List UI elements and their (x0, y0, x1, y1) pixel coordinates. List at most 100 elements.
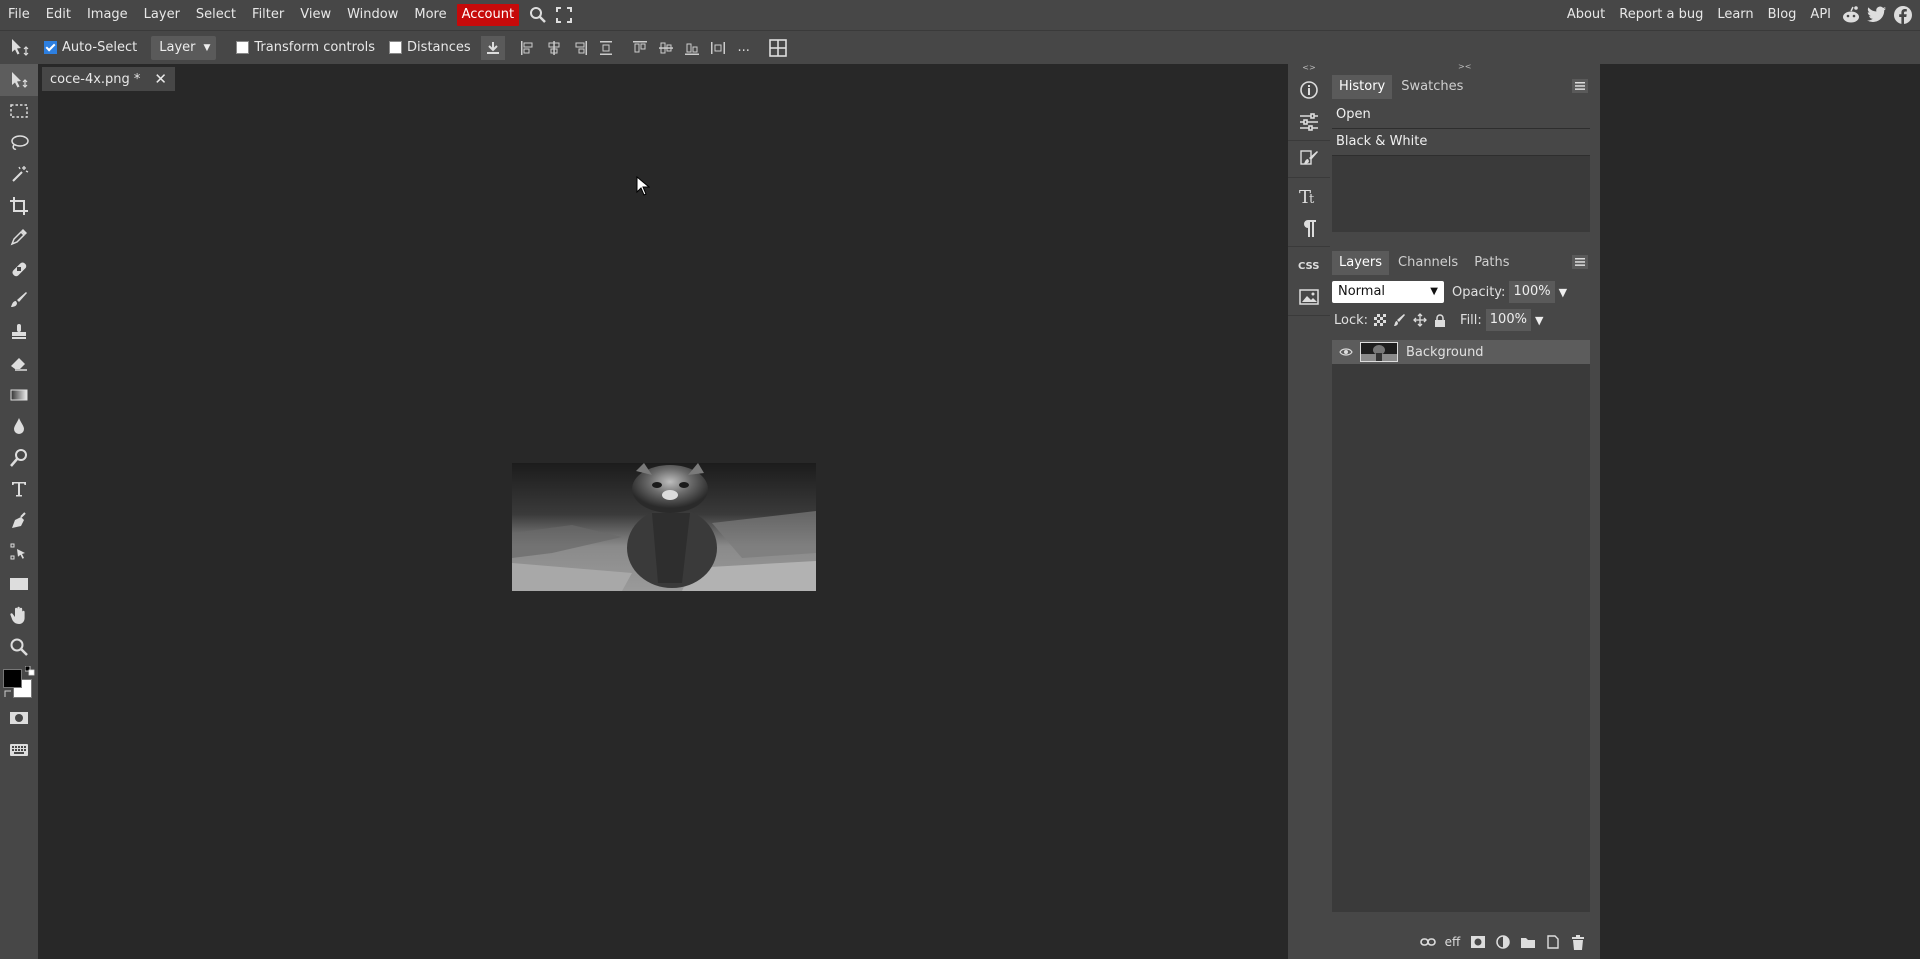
gradient-tool-icon[interactable] (0, 379, 38, 411)
new-layer-icon[interactable] (1540, 930, 1565, 954)
collapse-arrows-icon[interactable]: <> (1288, 64, 1330, 72)
align-bottom-icon[interactable] (679, 31, 705, 64)
facebook-icon[interactable] (1890, 0, 1916, 30)
link-layers-icon[interactable] (1415, 930, 1440, 954)
menu-file[interactable]: File (0, 0, 38, 30)
clone-stamp-tool-icon[interactable] (0, 316, 38, 348)
eyedropper-tool-icon[interactable] (0, 222, 38, 254)
panel-menu-icon[interactable] (1572, 255, 1588, 269)
brush-tool-icon[interactable] (0, 285, 38, 317)
history-item[interactable]: Open (1332, 102, 1590, 129)
fullscreen-icon[interactable] (551, 0, 577, 30)
link-learn[interactable]: Learn (1710, 0, 1760, 30)
document-tab[interactable]: coce-4x.png * ✕ (42, 67, 175, 91)
transform-controls-checkbox[interactable]: Transform controls (232, 40, 375, 55)
grid-icon[interactable] (765, 31, 791, 64)
default-colors-icon[interactable] (25, 665, 35, 676)
image-icon[interactable] (1288, 281, 1330, 313)
healing-brush-tool-icon[interactable] (0, 253, 38, 285)
rectangle-tool-icon[interactable] (0, 568, 38, 600)
brush-settings-icon[interactable] (1288, 143, 1330, 175)
canvas-image[interactable] (512, 463, 816, 591)
keyboard-icon[interactable] (0, 734, 38, 766)
menu-view[interactable]: View (292, 0, 339, 30)
zoom-tool-icon[interactable] (0, 631, 38, 663)
path-select-tool-icon[interactable] (0, 537, 38, 569)
quick-mask-icon[interactable] (0, 703, 38, 735)
hand-tool-icon[interactable] (0, 600, 38, 632)
css-icon[interactable]: CSS (1288, 249, 1330, 281)
layer-effects-button[interactable]: eff (1440, 930, 1465, 954)
link-api[interactable]: API (1803, 0, 1838, 30)
twitter-icon[interactable] (1864, 0, 1890, 30)
tab-layers[interactable]: Layers (1332, 251, 1390, 275)
menu-edit[interactable]: Edit (38, 0, 79, 30)
menu-filter[interactable]: Filter (244, 0, 292, 30)
layer-select-dropdown[interactable]: Layer ▼ (151, 35, 217, 60)
distribute-v-icon[interactable] (705, 31, 731, 64)
eye-icon[interactable] (1332, 347, 1360, 357)
lock-position-icon[interactable] (1410, 310, 1430, 330)
reddit-icon[interactable] (1838, 0, 1864, 30)
lasso-tool-icon[interactable] (0, 127, 38, 159)
more-options-button[interactable]: ... (731, 31, 757, 64)
link-blog[interactable]: Blog (1761, 0, 1804, 30)
lock-transparency-icon[interactable] (1370, 310, 1390, 330)
search-icon[interactable] (525, 0, 551, 30)
collapse-arrows-icon[interactable]: >< (1458, 62, 1471, 71)
foreground-color-swatch[interactable] (3, 668, 22, 688)
transform-controls-check[interactable] (236, 41, 250, 54)
swap-colors-icon[interactable] (4, 690, 12, 698)
fill-dropdown-icon[interactable]: ▼ (1535, 314, 1543, 327)
align-top-icon[interactable] (627, 31, 653, 64)
adjustment-layer-icon[interactable] (1490, 930, 1515, 954)
add-mask-icon[interactable] (1465, 930, 1490, 954)
dodge-tool-icon[interactable] (0, 442, 38, 474)
character-icon[interactable]: Tt (1288, 180, 1330, 212)
close-icon[interactable]: ✕ (154, 70, 167, 88)
tab-history[interactable]: History (1332, 75, 1393, 99)
link-about[interactable]: About (1560, 0, 1612, 30)
align-center-v-icon[interactable] (653, 31, 679, 64)
blur-tool-icon[interactable] (0, 411, 38, 443)
download-icon[interactable] (480, 35, 505, 60)
paragraph-icon[interactable] (1288, 212, 1330, 244)
menu-layer[interactable]: Layer (136, 0, 188, 30)
align-center-h-icon[interactable] (541, 31, 567, 64)
align-right-icon[interactable] (567, 31, 593, 64)
opacity-input[interactable]: 100% (1509, 281, 1555, 303)
type-tool-icon[interactable] (0, 474, 38, 506)
layer-row[interactable]: Background (1332, 340, 1590, 364)
lock-all-icon[interactable] (1430, 310, 1450, 330)
menu-window[interactable]: Window (339, 0, 406, 30)
magic-wand-tool-icon[interactable] (0, 159, 38, 191)
lock-pixels-icon[interactable] (1390, 310, 1410, 330)
new-group-icon[interactable] (1515, 930, 1540, 954)
eraser-tool-icon[interactable] (0, 348, 38, 380)
auto-select-checkbox[interactable]: Auto-Select (40, 40, 137, 55)
move-tool-icon[interactable] (0, 64, 38, 96)
tab-channels[interactable]: Channels (1391, 251, 1465, 275)
tab-swatches[interactable]: Swatches (1394, 75, 1470, 99)
menu-image[interactable]: Image (79, 0, 136, 30)
distances-checkbox[interactable]: Distances (385, 40, 471, 55)
link-report-bug[interactable]: Report a bug (1612, 0, 1710, 30)
delete-layer-icon[interactable] (1565, 930, 1590, 954)
move-tool-icon[interactable] (0, 31, 40, 64)
account-button[interactable]: Account (456, 4, 520, 26)
rect-select-tool-icon[interactable] (0, 96, 38, 128)
history-item[interactable]: Black & White (1332, 129, 1590, 156)
opacity-dropdown-icon[interactable]: ▼ (1559, 286, 1567, 299)
menu-select[interactable]: Select (188, 0, 244, 30)
menu-more[interactable]: More (406, 0, 454, 30)
distances-check[interactable] (389, 41, 403, 54)
auto-select-check[interactable] (44, 41, 57, 54)
tab-paths[interactable]: Paths (1467, 251, 1516, 275)
panel-menu-icon[interactable] (1572, 79, 1588, 93)
distribute-h-icon[interactable] (593, 31, 619, 64)
fill-input[interactable]: 100% (1485, 309, 1531, 331)
crop-tool-icon[interactable] (0, 190, 38, 222)
blend-mode-select[interactable]: Normal ▼ (1332, 281, 1444, 303)
adjustments-icon[interactable] (1288, 106, 1330, 138)
align-left-icon[interactable] (515, 31, 541, 64)
